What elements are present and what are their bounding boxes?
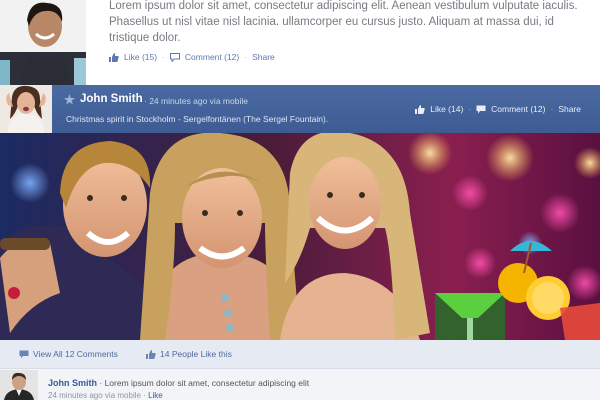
speech-bubble-icon <box>169 52 180 62</box>
likes-count-link[interactable]: 14 People Like this <box>146 349 232 359</box>
thumbs-up-icon <box>415 104 425 114</box>
post-share-link[interactable]: Share <box>558 104 581 114</box>
comment-text: · Lorem ipsum dolor sit amet, consectetu… <box>99 378 310 388</box>
separator: · <box>162 52 165 62</box>
top-comment-link[interactable]: Comment (12) <box>185 52 239 62</box>
separator: · <box>468 104 472 114</box>
view-all-comments-link[interactable]: View All 12 Comments <box>19 349 118 359</box>
star-icon[interactable] <box>64 94 75 105</box>
post-caption: Christmas spirit in Stockholm - Sergelfo… <box>66 114 329 124</box>
comment-timestamp: 24 minutes ago via mobile · <box>48 391 146 400</box>
previous-post: Lorem ipsum dolor sit amet, consectetur … <box>0 0 600 85</box>
post-author-avatar[interactable] <box>0 85 52 133</box>
commenter-avatar[interactable] <box>0 370 38 400</box>
commenter-name[interactable]: John Smith <box>48 378 97 388</box>
separator: · <box>550 104 554 114</box>
top-post-actions: Like (15) · Comment (12) · Share <box>109 52 275 62</box>
post-timestamp: · 24 minutes ago via mobile <box>144 96 248 106</box>
speech-bubble-icon <box>19 350 29 359</box>
post-actions: Like (14) · Comment (12) · Share <box>415 104 581 114</box>
post-photo[interactable] <box>0 133 600 340</box>
speech-bubble-icon <box>476 105 486 114</box>
top-like-link[interactable]: Like (15) <box>124 52 157 62</box>
separator: · <box>244 52 248 62</box>
comment-like-link[interactable]: Like <box>148 391 163 400</box>
post-comment-link[interactable]: Comment (12) <box>491 104 545 114</box>
post-header-bar: John Smith · 24 minutes ago via mobile C… <box>0 85 600 133</box>
thumbs-up-icon <box>109 52 119 62</box>
thumbs-up-icon <box>146 349 156 359</box>
comment-item: John Smith · Lorem ipsum dolor sit amet,… <box>0 369 600 400</box>
likes-count-label: 14 People Like this <box>160 349 232 359</box>
post-like-link[interactable]: Like (14) <box>430 104 463 114</box>
post-stats-bar: View All 12 Comments 14 People Like this <box>0 340 600 369</box>
top-post-avatar[interactable] <box>0 0 86 85</box>
post-author-name[interactable]: John Smith <box>80 93 143 105</box>
view-all-comments-label: View All 12 Comments <box>33 349 118 359</box>
top-post-text: Lorem ipsum dolor sit amet, consectetur … <box>109 0 578 44</box>
top-share-link[interactable]: Share <box>252 52 275 62</box>
